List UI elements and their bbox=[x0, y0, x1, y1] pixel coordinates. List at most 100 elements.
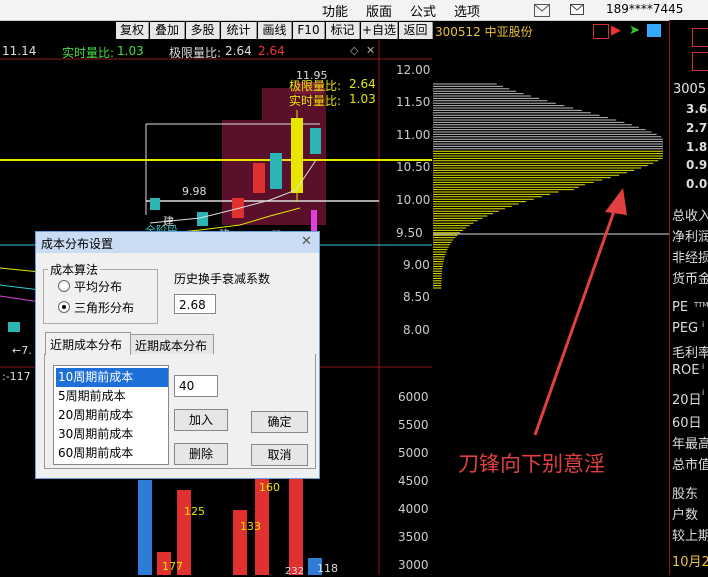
realtime-ratio-value: 1.03 bbox=[117, 44, 144, 58]
price-tick: 11.50 bbox=[396, 95, 431, 109]
price-fragment: 11.14 bbox=[2, 44, 37, 58]
tab-recent-cost[interactable]: 近期成本分布 bbox=[45, 332, 131, 355]
chart-toolbar: 复权 叠加 多股 统计 画线 F10 标记 +自选 返回 bbox=[0, 21, 433, 40]
cancel-button[interactable]: 取消 bbox=[251, 444, 308, 466]
panel-value: 0.91 bbox=[686, 158, 708, 172]
field-20d-superscript: i bbox=[702, 388, 705, 397]
period-input[interactable]: 40 bbox=[174, 375, 218, 397]
volume-tick: 5000 bbox=[398, 446, 429, 460]
menu-function[interactable]: 功能 bbox=[322, 1, 348, 20]
overlay-limit-value: 2.64 bbox=[349, 77, 376, 91]
radio-triangle-label[interactable]: 三角形分布 bbox=[74, 299, 134, 316]
radio-selected-dot bbox=[62, 305, 66, 309]
list-item[interactable]: 10周期前成本 bbox=[56, 368, 168, 387]
stock-code-name: 300512 中亚股份 bbox=[435, 25, 533, 39]
panel-code: 3005 bbox=[673, 82, 707, 97]
limit-ratio-value: 2.64 bbox=[225, 44, 252, 58]
price-tick: 12.00 bbox=[396, 63, 431, 77]
menu-layout[interactable]: 版面 bbox=[366, 1, 392, 20]
decay-label: 历史换手衰减系数 bbox=[174, 272, 271, 286]
flag-icon[interactable]: ▶ bbox=[611, 23, 621, 38]
add-favorite-button[interactable]: +自选 bbox=[361, 22, 398, 39]
field-peg-superscript: i bbox=[702, 320, 705, 329]
volume-tick: 3500 bbox=[398, 530, 429, 544]
list-item[interactable]: 5周期前成本 bbox=[56, 387, 168, 406]
dialog-title: 成本分布设置 bbox=[41, 237, 114, 251]
algorithm-group-label: 成本算法 bbox=[48, 261, 101, 278]
panel-toggle-button[interactable] bbox=[692, 28, 708, 47]
field-peg: PEG bbox=[672, 321, 699, 336]
volume-label: 160 bbox=[259, 481, 280, 494]
chip-distribution-chart bbox=[433, 83, 669, 436]
field-households: 户数 bbox=[672, 508, 699, 523]
message-icon[interactable] bbox=[534, 4, 550, 17]
grid-icon[interactable] bbox=[647, 24, 661, 37]
radio-average-label[interactable]: 平均分布 bbox=[74, 278, 122, 295]
back-button[interactable]: 返回 bbox=[399, 22, 433, 39]
close-icon[interactable]: ✕ bbox=[301, 234, 312, 249]
menu-formula[interactable]: 公式 bbox=[410, 1, 436, 20]
user-account[interactable]: 189****7445 bbox=[606, 2, 683, 16]
tab-far-cost[interactable]: 近期成本分布 bbox=[130, 334, 214, 354]
f10-button[interactable]: F10 bbox=[293, 22, 325, 39]
panel-toggle-button-2[interactable] bbox=[692, 52, 708, 71]
list-item[interactable]: 60周期前成本 bbox=[56, 444, 168, 463]
cost-distribution-dialog: 成本分布设置 ✕ 成本算法 平均分布 三角形分布 历史换手衰减系数 2.68 近… bbox=[35, 231, 320, 479]
mark-button[interactable]: 标记 bbox=[326, 22, 360, 39]
field-year-high: 年最高 bbox=[672, 437, 708, 452]
panel-value: 1.82 bbox=[686, 140, 708, 154]
field-60d: 60日 bbox=[672, 416, 702, 431]
menu-options[interactable]: 选项 bbox=[454, 1, 480, 20]
price-tick: 9.00 bbox=[403, 258, 430, 272]
ok-button[interactable]: 确定 bbox=[251, 411, 308, 433]
annotation-text: 刀锋向下别意淫 bbox=[458, 452, 605, 476]
volume-tick: 3000 bbox=[398, 558, 429, 572]
diamond-icon[interactable]: ◇ bbox=[350, 44, 358, 57]
low-label: 9.98 bbox=[182, 185, 207, 198]
overlay-rt-label: 实时量比: bbox=[289, 94, 342, 108]
dialog-titlebar[interactable]: 成本分布设置 ✕ bbox=[36, 232, 319, 253]
volume-tick: 4500 bbox=[398, 474, 429, 488]
price-tick: 11.00 bbox=[396, 128, 431, 142]
decay-input[interactable]: 2.68 bbox=[174, 294, 216, 314]
volume-label: 125 bbox=[184, 505, 205, 518]
window-icon[interactable] bbox=[593, 24, 609, 39]
multi-stock-button[interactable]: 多股 bbox=[186, 22, 220, 39]
draw-line-button[interactable]: 画线 bbox=[258, 22, 292, 39]
right-info-panel: 3005 3.64 2.73 1.82 0.91 0.00 总收入 净利润 非经… bbox=[669, 20, 708, 575]
radio-triangle[interactable] bbox=[58, 301, 70, 313]
mail-icon[interactable] bbox=[570, 4, 584, 16]
volume-label: 232 bbox=[285, 566, 305, 577]
panel-value: 3.64 bbox=[686, 102, 708, 116]
volume-tick: 4000 bbox=[398, 502, 429, 516]
field-20d: 20日 bbox=[672, 393, 702, 408]
price-tick: 10.00 bbox=[396, 193, 431, 207]
list-item[interactable]: 30周期前成本 bbox=[56, 425, 168, 444]
field-shareholders: 股东 bbox=[672, 487, 699, 502]
limit-ratio-label: 极限量比: bbox=[169, 46, 222, 60]
field-non-recurring: 非经损 bbox=[672, 251, 708, 266]
field-roe: ROE bbox=[672, 363, 700, 378]
volume-label: 118 bbox=[317, 562, 338, 575]
statistics-button[interactable]: 统计 bbox=[221, 22, 257, 39]
period-list[interactable]: 10周期前成本 5周期前成本 20周期前成本 30周期前成本 60周期前成本 bbox=[53, 365, 169, 465]
price-tick: 10.50 bbox=[396, 160, 431, 174]
list-item[interactable]: 20周期前成本 bbox=[56, 406, 168, 425]
delete-button[interactable]: 删除 bbox=[174, 443, 228, 465]
radio-average[interactable] bbox=[58, 280, 70, 292]
field-cash: 货币金 bbox=[672, 272, 708, 287]
tab-far-label: 近期成本分布 bbox=[135, 339, 208, 353]
restore-rights-button[interactable]: 复权 bbox=[116, 22, 149, 39]
left-arrow-label: ←7. bbox=[12, 344, 32, 357]
menu-bar: 功能 版面 公式 选项 189****7445 bbox=[0, 0, 708, 21]
field-vs-last: 较上期 bbox=[672, 529, 708, 544]
realtime-ratio-label: 实时量比: bbox=[62, 46, 115, 60]
arrow-icon[interactable]: ➤ bbox=[629, 23, 640, 38]
panel-bottom-date: 10月2 bbox=[672, 555, 708, 570]
close-chart-icon[interactable]: ✕ bbox=[366, 44, 375, 57]
volume-tick: 5500 bbox=[398, 418, 429, 432]
overlay-button[interactable]: 叠加 bbox=[150, 22, 185, 39]
limit-ratio-value-2: 2.64 bbox=[258, 44, 285, 58]
add-button[interactable]: 加入 bbox=[174, 409, 228, 431]
field-pe-superscript: TTM bbox=[694, 301, 708, 309]
